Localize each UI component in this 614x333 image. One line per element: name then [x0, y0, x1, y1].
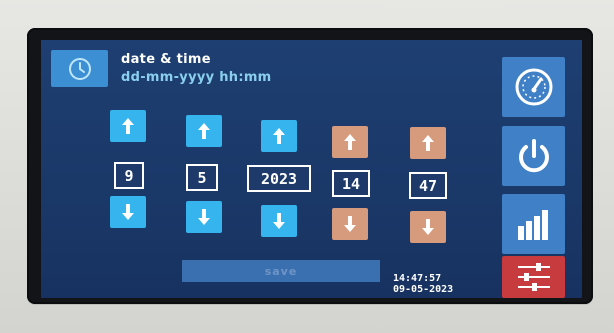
minute-down-button[interactable]: [410, 211, 446, 243]
hour-up-button[interactable]: [332, 126, 368, 158]
power-icon: [518, 139, 549, 173]
date-format-hint: dd-mm-yyyy hh:mm: [121, 70, 272, 85]
arrow-up-icon: [198, 123, 210, 139]
minute-value[interactable]: 47: [409, 172, 447, 199]
page-title: date & time: [121, 52, 211, 67]
save-button[interactable]: save: [182, 260, 380, 282]
header-icon-tile: [51, 50, 108, 87]
month-value[interactable]: 5: [186, 164, 218, 191]
arrow-down-icon: [422, 219, 434, 235]
arrow-up-icon: [122, 118, 134, 134]
rail-power-button[interactable]: [502, 126, 565, 186]
arrow-down-icon: [273, 213, 285, 229]
arrow-down-icon: [344, 216, 356, 232]
sliders-icon: [517, 263, 550, 291]
rail-settings-button[interactable]: [502, 256, 565, 298]
minute-up-button[interactable]: [410, 127, 446, 159]
clock-icon: [69, 58, 91, 80]
rail-chart-button[interactable]: [502, 194, 565, 254]
arrow-down-icon: [122, 204, 134, 220]
year-down-button[interactable]: [261, 205, 297, 237]
month-down-button[interactable]: [186, 201, 222, 233]
hour-down-button[interactable]: [332, 208, 368, 240]
month-up-button[interactable]: [186, 115, 222, 147]
gauge-icon: [515, 68, 552, 106]
hour-value[interactable]: 14: [332, 170, 370, 197]
arrow-up-icon: [344, 134, 356, 150]
arrow-up-icon: [273, 128, 285, 144]
current-date: 09-05-2023: [393, 284, 454, 295]
arrow-down-icon: [198, 209, 210, 225]
year-value[interactable]: 2023: [247, 165, 311, 192]
arrow-up-icon: [422, 135, 434, 151]
bar-chart-icon: [517, 210, 548, 240]
touch-screen: date & time dd-mm-yyyy hh:mm 9 5 2023 14…: [41, 40, 582, 298]
day-value[interactable]: 9: [114, 162, 144, 189]
current-time: 14:47:57: [393, 273, 442, 284]
current-datetime: 14:47:57 09-05-2023: [393, 273, 453, 295]
rail-gauge-button[interactable]: [502, 57, 565, 117]
year-up-button[interactable]: [261, 120, 297, 152]
day-up-button[interactable]: [110, 110, 146, 142]
day-down-button[interactable]: [110, 196, 146, 228]
